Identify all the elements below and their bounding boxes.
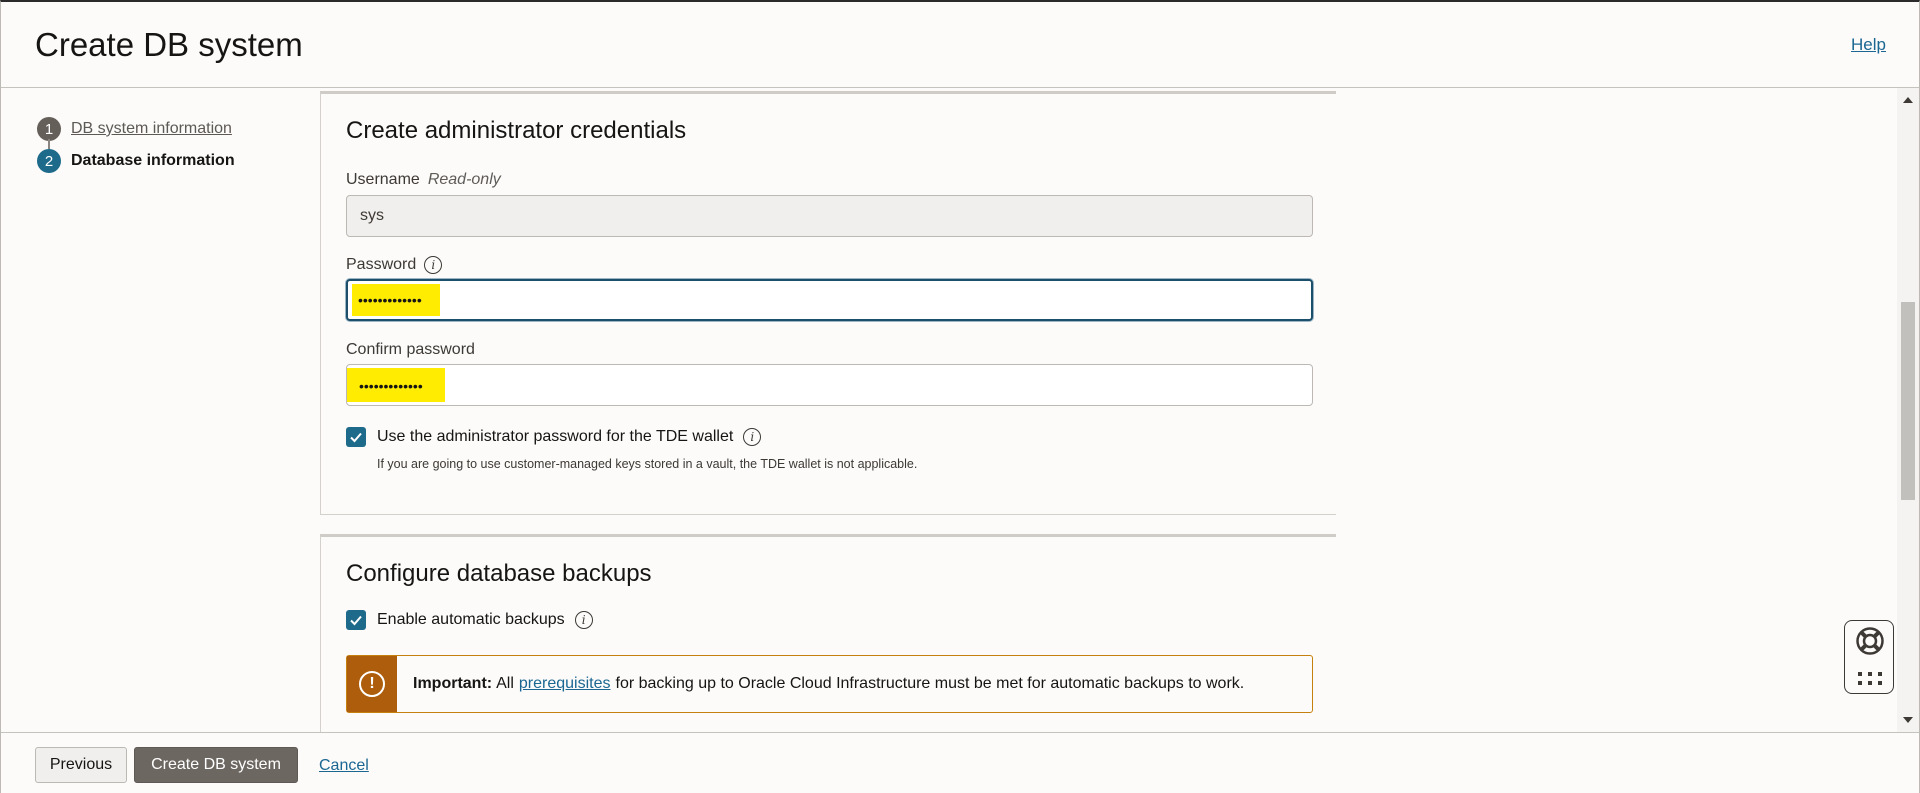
enable-backups-row[interactable]: Enable automatic backups i	[346, 610, 593, 630]
page-frame: Create DB system Help 1 DB system inform…	[0, 0, 1920, 793]
section-title: Configure database backups	[346, 560, 652, 587]
help-link[interactable]: Help	[1851, 35, 1886, 55]
info-icon[interactable]: i	[743, 428, 762, 446]
help-widget[interactable]	[1844, 620, 1894, 694]
vertical-scrollbar[interactable]	[1897, 88, 1919, 732]
credentials-card: Create administrator credentials Usernam…	[320, 91, 1336, 515]
exclamation-icon: !	[359, 671, 385, 697]
username-field: sys	[346, 195, 1313, 237]
previous-button[interactable]: Previous	[35, 747, 127, 783]
username-label: Username Read-only	[346, 171, 501, 189]
page-header: Create DB system Help	[1, 2, 1919, 88]
prerequisites-link[interactable]: prerequisites	[519, 675, 611, 693]
grid-dots-icon	[1858, 672, 1882, 685]
checkmark-icon	[350, 615, 362, 626]
enable-backups-checkbox[interactable]	[346, 610, 366, 630]
tde-checkbox-row[interactable]: Use the administrator password for the T…	[346, 427, 762, 447]
username-label-text: Username	[346, 171, 420, 188]
step-database-information[interactable]: 2 Database information	[37, 145, 235, 177]
backups-card: Configure database backups Enable automa…	[320, 534, 1336, 732]
tde-hint: If you are going to use customer-managed…	[377, 457, 918, 471]
banner-prefix: Important:	[413, 675, 493, 692]
scroll-down-arrow-icon[interactable]	[1903, 717, 1913, 723]
scroll-up-arrow-icon[interactable]	[1903, 97, 1913, 103]
tde-checkbox-label: Use the administrator password for the T…	[377, 428, 734, 445]
readonly-note: Read-only	[427, 171, 501, 188]
password-masked-value: •••••••••••••	[352, 284, 440, 316]
lifebuoy-icon	[1856, 627, 1884, 655]
important-banner: ! Important: All prerequisites for backi…	[346, 655, 1313, 713]
confirm-password-masked-value: •••••••••••••	[347, 368, 445, 402]
page-footer: Previous Create DB system Cancel	[1, 732, 1919, 793]
password-field[interactable]: •••••••••••••	[346, 279, 1313, 321]
scrollbar-thumb[interactable]	[1901, 302, 1915, 500]
banner-text-before: All	[496, 675, 514, 692]
confirm-password-field[interactable]: •••••••••••••	[346, 364, 1313, 406]
cancel-link[interactable]: Cancel	[319, 757, 369, 775]
warning-icon-column: !	[347, 656, 397, 712]
username-value: sys	[360, 207, 384, 224]
info-icon[interactable]: i	[424, 256, 443, 274]
step-number: 1	[37, 117, 61, 141]
password-label: Password i	[346, 256, 443, 274]
banner-message: Important: All prerequisites for backing…	[397, 656, 1244, 712]
step-label[interactable]: DB system information	[71, 120, 232, 138]
banner-text-after: for backing up to Oracle Cloud Infrastru…	[615, 675, 1245, 692]
password-label-text: Password	[346, 256, 417, 273]
page-title: Create DB system	[35, 26, 303, 63]
main-content: Create administrator credentials Usernam…	[320, 88, 1336, 732]
step-db-system-information[interactable]: 1 DB system information	[37, 113, 235, 149]
section-title: Create administrator credentials	[346, 117, 687, 144]
enable-backups-label: Enable automatic backups	[377, 611, 565, 628]
info-icon[interactable]: i	[574, 611, 593, 629]
wizard-steps: 1 DB system information 2 Database infor…	[37, 113, 235, 177]
step-label: Database information	[71, 152, 235, 169]
create-db-system-button[interactable]: Create DB system	[134, 747, 298, 783]
step-number: 2	[37, 149, 61, 173]
tde-checkbox[interactable]	[346, 427, 366, 447]
confirm-password-label: Confirm password	[346, 341, 475, 358]
checkmark-icon	[350, 432, 362, 443]
